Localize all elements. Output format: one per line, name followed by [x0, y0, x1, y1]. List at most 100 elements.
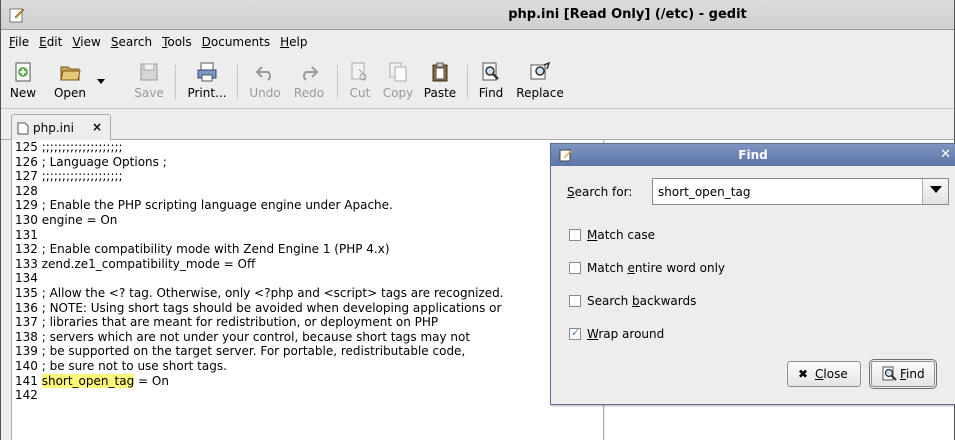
find-dialog-titlebar: Find ✕ — [551, 144, 955, 166]
line-number: 135 — [15, 285, 42, 300]
search-input-value: short_open_tag — [658, 185, 751, 199]
line-number: 136 — [15, 300, 42, 315]
line-number: 128 — [15, 183, 38, 198]
line-text: ;;;;;;;;;;;;;;;;;;;; — [41, 140, 123, 154]
wrap-around-checkbox[interactable]: Wrap around — [569, 326, 664, 341]
editor-line[interactable]: 136 ; NOTE: Using short tags should be a… — [12, 301, 603, 316]
line-text: engine = On — [41, 212, 118, 227]
find-button[interactable]: Find — [475, 61, 507, 100]
menu-file[interactable]: File — [1, 31, 34, 49]
line-number: 127 — [15, 169, 42, 184]
line-number: 137 — [15, 315, 42, 330]
replace-button[interactable]: Replace — [511, 61, 569, 100]
clipboard-paste-icon — [432, 62, 448, 82]
line-text: ; libraries that are meant for redistrib… — [41, 315, 439, 330]
find-dialog: Find ✕ Search for: short_open_tag Match … — [550, 143, 955, 405]
find-magnifier-icon — [482, 62, 499, 81]
find-label: Find — [478, 86, 504, 100]
line-text: ; be sure not to use short tags. — [41, 358, 227, 373]
match-word-checkbox[interactable]: Match entire word only — [569, 261, 725, 275]
menu-documents[interactable]: Documents — [197, 31, 275, 49]
close-button[interactable]: ✖ Close — [787, 361, 861, 387]
search-for-label: Search for: — [567, 185, 633, 199]
paste-button[interactable]: Paste — [421, 61, 459, 100]
menu-bar: File Edit View Search Tools Documents Help — [1, 31, 954, 55]
line-number: 139 — [15, 344, 42, 359]
menu-search[interactable]: Search — [106, 31, 157, 49]
editor-line[interactable]: 128 — [12, 184, 603, 199]
print-button[interactable]: Print... — [185, 61, 229, 100]
line-text: ; Enable the PHP scripting language engi… — [41, 198, 393, 213]
editor-line[interactable]: 134 — [12, 271, 603, 286]
editor-line[interactable]: 137 ; libraries that are meant for redis… — [12, 315, 603, 330]
editor-line[interactable]: 139 ; be supported on the target server.… — [12, 344, 603, 359]
search-history-dropdown[interactable] — [922, 179, 948, 204]
line-number: 132 — [15, 242, 42, 257]
menu-view[interactable]: View — [67, 31, 105, 49]
close-button-label: Close — [815, 367, 848, 381]
match-case-checkbox[interactable]: Match case — [569, 228, 655, 242]
tab-close-icon[interactable]: × — [92, 120, 102, 134]
dialog-close-icon[interactable]: ✕ — [940, 147, 951, 162]
editor-line[interactable]: 135 ; Allow the <? tag. Otherwise, only … — [12, 286, 603, 301]
tab-php-ini[interactable]: php.ini × — [11, 114, 111, 141]
editor-line[interactable]: 142 — [12, 388, 603, 403]
search-backwards-checkbox[interactable]: Search backwards — [569, 294, 696, 308]
line-number: 141 — [15, 373, 42, 388]
find-magnifier-icon — [882, 366, 897, 381]
line-number: 138 — [15, 329, 42, 344]
new-label: New — [9, 86, 37, 100]
redo-arrow-icon — [303, 66, 319, 81]
cut-label: Cut — [349, 86, 371, 100]
line-text: ; be supported on the target server. For… — [41, 344, 466, 359]
checkbox-box[interactable] — [569, 262, 581, 274]
line-text: zend.ze1_compatibility_mode = Off — [41, 256, 256, 271]
document-icon — [17, 122, 29, 135]
line-number: 142 — [15, 388, 38, 403]
editor-line[interactable]: 127 ;;;;;;;;;;;;;;;;;;;; — [12, 169, 603, 184]
editor-line[interactable]: 133 zend.ze1_compatibility_mode = Off — [12, 257, 603, 272]
new-document-icon — [15, 62, 31, 82]
editor-line[interactable]: 126 ; Language Options ; — [12, 155, 603, 170]
toolbar-separator — [467, 65, 468, 99]
undo-button[interactable]: Undo — [247, 61, 283, 100]
editor-line[interactable]: 125 ;;;;;;;;;;;;;;;;;;;; — [12, 140, 603, 155]
editor-line[interactable]: 129 ; Enable the PHP scripting language … — [12, 198, 603, 213]
menu-edit[interactable]: Edit — [34, 31, 67, 49]
copy-button[interactable]: Copy — [381, 61, 415, 100]
line-number: 129 — [15, 198, 42, 213]
menu-tools[interactable]: Tools — [157, 31, 197, 49]
find-dialog-button[interactable]: Find — [869, 359, 937, 389]
open-label: Open — [53, 86, 87, 100]
open-folder-icon — [60, 66, 81, 81]
menu-help[interactable]: Help — [275, 31, 312, 49]
editor-line[interactable]: 131 — [12, 228, 603, 243]
checkbox-box-checked[interactable] — [569, 326, 581, 340]
line-text: = On — [134, 373, 169, 388]
text-editor[interactable]: 125 ;;;;;;;;;;;;;;;;;;;; 126 ; Language O… — [11, 140, 604, 440]
copy-label: Copy — [382, 86, 414, 100]
redo-button[interactable]: Redo — [291, 61, 327, 100]
window-title: php.ini [Read Only] (/etc) - gedit — [508, 7, 747, 22]
document-tabs: php.ini × — [1, 110, 954, 141]
editor-line[interactable]: 140 ; be sure not to use short tags. — [12, 359, 603, 374]
save-button[interactable]: Save — [131, 61, 167, 100]
editor-line[interactable]: 130 engine = On — [12, 213, 603, 228]
open-recent-arrow-icon[interactable] — [97, 79, 105, 84]
undo-arrow-icon — [255, 66, 271, 81]
search-input[interactable]: short_open_tag — [652, 178, 949, 205]
chevron-down-icon — [930, 186, 942, 193]
new-button[interactable]: New — [7, 61, 39, 100]
open-button[interactable]: Open — [45, 61, 95, 100]
checkbox-box[interactable] — [569, 229, 581, 241]
editor-line[interactable]: 138 ; servers which are not under your c… — [12, 330, 603, 345]
paste-label: Paste — [423, 86, 457, 100]
editor-line[interactable]: 141 short_open_tag = On — [12, 373, 603, 389]
toolbar-separator — [237, 65, 238, 99]
editor-line[interactable]: 132 ; Enable compatibility mode with Zen… — [12, 242, 603, 257]
search-match-highlight: short_open_tag — [41, 373, 135, 388]
replace-label: Replace — [516, 86, 564, 100]
cut-button[interactable]: Cut — [345, 61, 375, 100]
line-text: ; Enable compatibility mode with Zend En… — [41, 242, 390, 257]
checkbox-box[interactable] — [569, 295, 581, 307]
